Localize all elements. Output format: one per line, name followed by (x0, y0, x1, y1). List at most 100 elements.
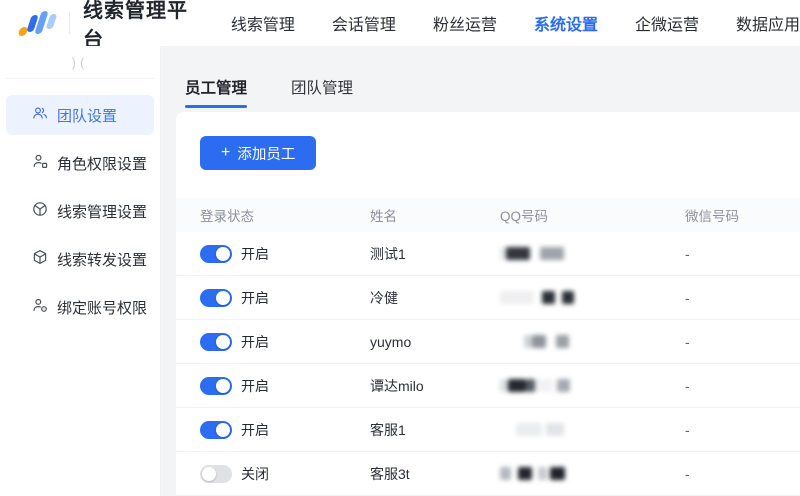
sidebar-item[interactable]: 绑定账号权限 (6, 287, 154, 327)
sidebar-item-label: 角色权限设置 (57, 155, 148, 173)
logo-bar-light (45, 14, 58, 29)
employee-management-card: + 添加员工 登录状态 姓名 QQ号码 微信号码 开启 测试1 - 开启 冷健 … (176, 112, 800, 496)
top-nav-item[interactable]: 数据应用 (736, 11, 800, 35)
qq-number-cell (500, 378, 685, 393)
login-status-label: 开启 (241, 289, 269, 306)
qq-number-cell (500, 334, 685, 349)
toggle-knob (216, 290, 230, 305)
name-cell: 测试1 (370, 245, 406, 262)
column-header-name: 姓名 (370, 209, 397, 224)
sidebar-item-label: 绑定账号权限 (57, 299, 148, 317)
table-row: 开启 谭达milo - (176, 364, 800, 408)
sidebar-item-label: 团队设置 (57, 107, 118, 125)
add-employee-button[interactable]: + 添加员工 (200, 136, 317, 170)
table-row: 开启 测试1 - (176, 232, 800, 276)
lead-manage-icon (33, 202, 47, 216)
qq-masked-value (500, 334, 685, 349)
login-status-toggle[interactable] (200, 332, 232, 351)
login-status-cell: 开启 (176, 288, 370, 308)
sidebar-menu: 团队设置 角色权限设置 线索管理设置 线索转发设置 绑定账号权限 (0, 79, 160, 327)
login-status-label: 关闭 (241, 465, 269, 482)
table-row: 关闭 客服3t - (176, 452, 800, 496)
settings-sidebar: )( 团队设置 角色权限设置 线索管理设置 线索转发设置 绑定账号权限 (0, 46, 161, 496)
login-status-cell: 开启 (176, 376, 370, 396)
login-status-label: 开启 (241, 333, 269, 350)
name-cell: 冷健 (370, 289, 398, 306)
sidebar-item[interactable]: 团队设置 (6, 95, 154, 135)
sidebar-item-label: 线索管理设置 (57, 203, 148, 221)
qq-masked-value (500, 378, 685, 393)
employee-table: 登录状态 姓名 QQ号码 微信号码 开启 测试1 - 开启 冷健 - 开启 yu… (176, 198, 800, 496)
brand-logo-icon (17, 8, 58, 38)
toggle-knob (216, 422, 230, 437)
top-nav-item[interactable]: 企微运营 (635, 11, 699, 35)
top-nav-item[interactable]: 粉丝运营 (433, 11, 497, 35)
qq-masked-value (500, 422, 685, 437)
table-header-row: 登录状态 姓名 QQ号码 微信号码 (176, 198, 800, 232)
team-icon (33, 107, 47, 119)
sidebar-item[interactable]: 角色权限设置 (6, 143, 154, 183)
login-status-cell: 开启 (176, 332, 370, 352)
table-row: 开启 客服1 - (176, 408, 800, 452)
login-status-label: 开启 (241, 377, 269, 394)
toggle-knob (216, 378, 230, 393)
tab-label: 团队管理 (291, 80, 354, 97)
main-layout: )( 团队设置 角色权限设置 线索管理设置 线索转发设置 绑定账号权限 员工管理… (0, 46, 800, 496)
toggle-knob (216, 334, 230, 349)
table-body: 开启 测试1 - 开启 冷健 - 开启 yuymo - 开启 谭达milo - … (176, 232, 800, 496)
login-status-toggle[interactable] (200, 420, 232, 439)
qq-masked-value (500, 246, 685, 261)
bind-account-icon (33, 298, 47, 312)
sidebar-collapse-icon[interactable]: )( (66, 53, 95, 72)
login-status-cell: 开启 (176, 244, 370, 264)
top-nav-item[interactable]: 线索管理 (231, 11, 295, 35)
wechat-number-cell: - (685, 377, 690, 394)
lead-forward-icon (33, 250, 47, 264)
qq-number-cell (500, 466, 685, 481)
login-status-label: 开启 (241, 421, 269, 438)
table-row: 开启 冷健 - (176, 276, 800, 320)
qq-number-cell (500, 290, 685, 305)
brand-title: 线索管理平台 (82, 0, 188, 51)
tab[interactable]: 团队管理 (291, 76, 353, 108)
toggle-knob (202, 466, 216, 481)
column-header-wechat: 微信号码 (685, 209, 739, 224)
content-area: 员工管理 团队管理 + 添加员工 登录状态 姓名 QQ号码 微信号码 开启 测试… (161, 46, 800, 496)
top-nav-item[interactable]: 会话管理 (332, 11, 396, 35)
login-status-cell: 关闭 (176, 464, 370, 484)
table-row: 开启 yuymo - (176, 320, 800, 364)
wechat-number-cell: - (685, 421, 690, 438)
sidebar-item[interactable]: 线索转发设置 (6, 239, 154, 279)
login-status-toggle[interactable] (200, 244, 232, 263)
toggle-knob (216, 246, 230, 261)
tab[interactable]: 员工管理 (185, 76, 248, 108)
name-cell: yuymo (370, 333, 412, 350)
brand-divider (69, 12, 70, 34)
name-cell: 客服3t (370, 465, 410, 482)
name-cell: 谭达milo (370, 377, 424, 394)
active-tab-underline (185, 105, 248, 108)
add-employee-label: 添加员工 (237, 146, 296, 163)
login-status-toggle[interactable] (200, 288, 232, 307)
qq-masked-value (500, 466, 685, 481)
sidebar-item[interactable]: 线索管理设置 (6, 191, 154, 231)
sidebar-item-label: 线索转发设置 (57, 251, 148, 269)
login-status-label: 开启 (241, 245, 269, 262)
column-header-login-status: 登录状态 (200, 209, 254, 224)
wechat-number-cell: - (685, 289, 690, 306)
plus-icon: + (221, 144, 231, 161)
tab-label: 员工管理 (185, 80, 248, 97)
column-header-qq: QQ号码 (500, 209, 549, 224)
qq-masked-value (500, 290, 685, 305)
login-status-cell: 开启 (176, 420, 370, 440)
login-status-toggle[interactable] (200, 376, 232, 395)
sidebar-collapse-row: )( (0, 46, 160, 78)
name-cell: 客服1 (370, 421, 406, 438)
top-nav-item[interactable]: 系统设置 (534, 11, 598, 35)
wechat-number-cell: - (685, 245, 690, 262)
wechat-number-cell: - (685, 333, 690, 350)
top-nav: 线索管理 会话管理 粉丝运营 系统设置 企微运营 数据应用 (231, 11, 800, 35)
tab-strip: 员工管理 团队管理 (161, 46, 800, 108)
login-status-toggle[interactable] (200, 464, 232, 483)
top-bar: 线索管理平台 线索管理 会话管理 粉丝运营 系统设置 企微运营 数据应用 (0, 0, 800, 51)
